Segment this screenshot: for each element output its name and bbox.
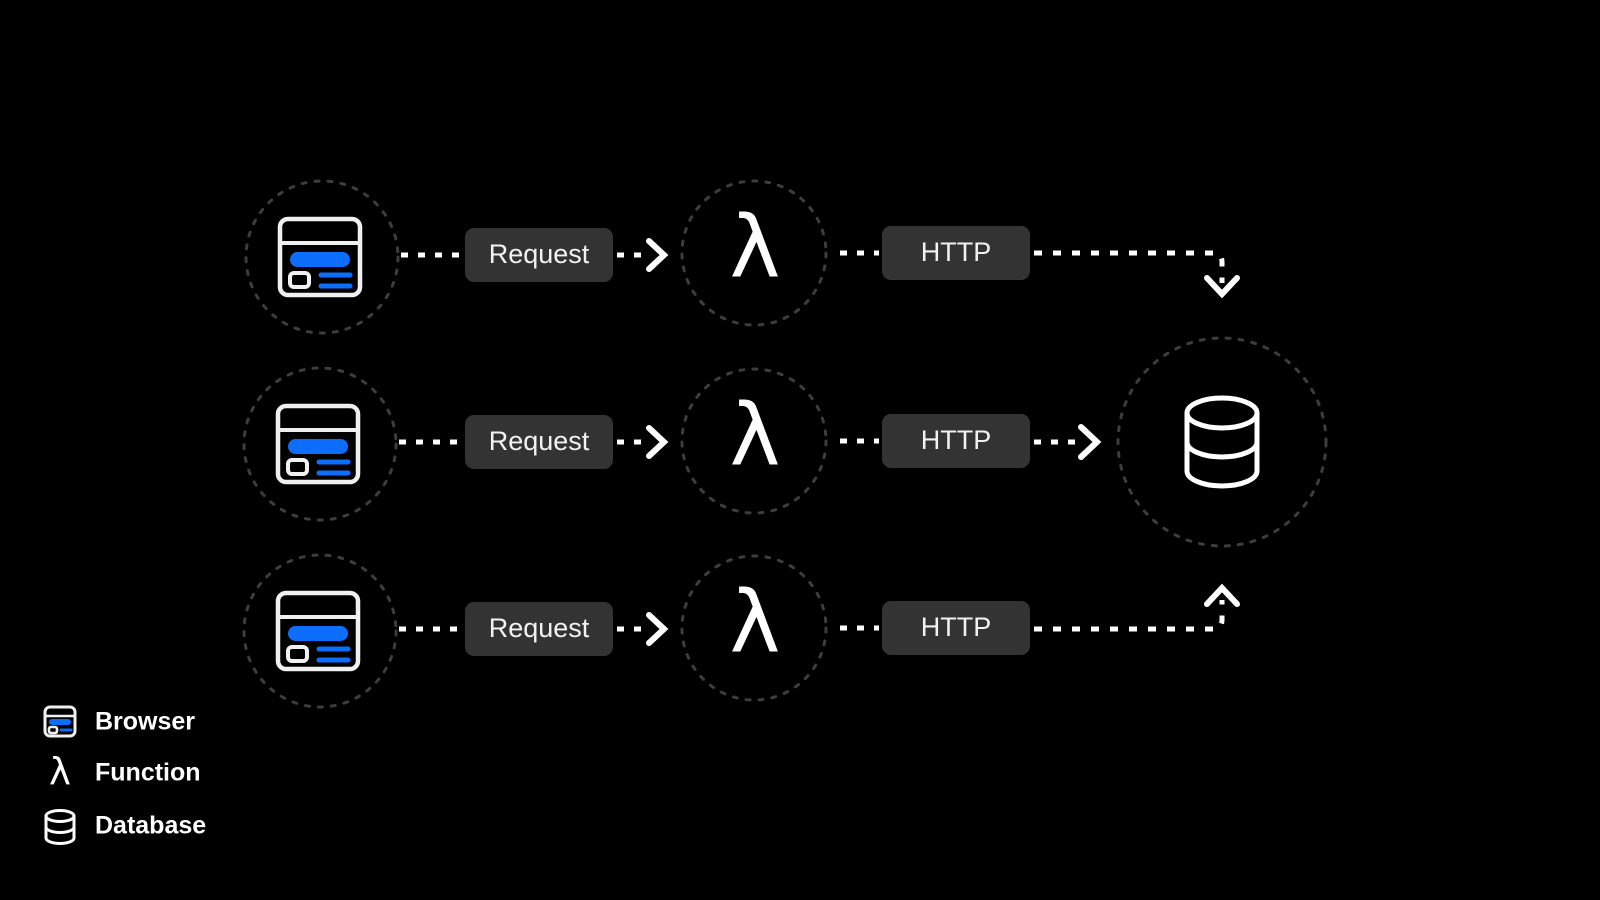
request-label-1[interactable]: Request bbox=[465, 228, 613, 282]
arrowhead-right bbox=[646, 612, 669, 646]
http-label-3[interactable]: HTTP bbox=[882, 601, 1030, 655]
arrowhead-right bbox=[646, 238, 669, 272]
database-node[interactable] bbox=[1116, 336, 1328, 548]
lambda-icon: λ bbox=[730, 385, 781, 485]
request-label-text: Request bbox=[489, 239, 590, 269]
http-label-text: HTTP bbox=[921, 612, 992, 642]
legend-label-database: Database bbox=[95, 812, 206, 840]
flow-row-1: Request λ HTTP bbox=[244, 179, 1240, 335]
browser-node-1[interactable] bbox=[244, 179, 400, 335]
browser-icon bbox=[277, 216, 363, 298]
function-node-2[interactable]: λ bbox=[680, 367, 828, 515]
browser-node-2[interactable] bbox=[242, 366, 398, 522]
diagram-canvas: Request λ HTTP Request λ HTTP Request λ … bbox=[0, 0, 1600, 900]
lambda-icon: λ bbox=[730, 572, 781, 672]
legend-item-browser: Browser bbox=[43, 705, 195, 738]
request-label-2[interactable]: Request bbox=[465, 415, 613, 469]
flow-row-2: Request λ HTTP bbox=[242, 336, 1328, 548]
legend: Browser λ Function Database bbox=[43, 705, 206, 845]
browser-node-3[interactable] bbox=[242, 553, 398, 709]
legend-item-database: Database bbox=[44, 809, 206, 845]
lambda-icon: λ bbox=[49, 751, 71, 794]
architecture-diagram: Request λ HTTP Request λ HTTP Request λ … bbox=[43, 179, 1328, 845]
database-icon bbox=[44, 809, 76, 845]
browser-icon bbox=[43, 705, 77, 738]
browser-icon bbox=[275, 403, 361, 485]
legend-item-function: λ Function bbox=[49, 751, 200, 794]
browser-icon bbox=[275, 590, 361, 672]
database-icon bbox=[1184, 395, 1260, 489]
arrowhead-right bbox=[646, 425, 669, 459]
legend-label-function: Function bbox=[95, 759, 201, 787]
legend-label-browser: Browser bbox=[95, 708, 195, 736]
flow-row-3: Request λ HTTP bbox=[242, 553, 1240, 709]
arrowhead-right bbox=[1078, 424, 1102, 460]
connector-http-database-1 bbox=[1034, 250, 1225, 283]
http-label-text: HTTP bbox=[921, 425, 992, 455]
http-label-1[interactable]: HTTP bbox=[882, 226, 1030, 280]
lambda-icon: λ bbox=[730, 197, 781, 297]
function-node-3[interactable]: λ bbox=[680, 554, 828, 702]
request-label-text: Request bbox=[489, 426, 590, 456]
connector-http-database-3 bbox=[1034, 600, 1225, 632]
http-label-text: HTTP bbox=[921, 237, 992, 267]
function-node-1[interactable]: λ bbox=[680, 179, 828, 327]
http-label-2[interactable]: HTTP bbox=[882, 414, 1030, 468]
node-ring bbox=[1116, 336, 1328, 548]
request-label-text: Request bbox=[489, 613, 590, 643]
request-label-3[interactable]: Request bbox=[465, 602, 613, 656]
